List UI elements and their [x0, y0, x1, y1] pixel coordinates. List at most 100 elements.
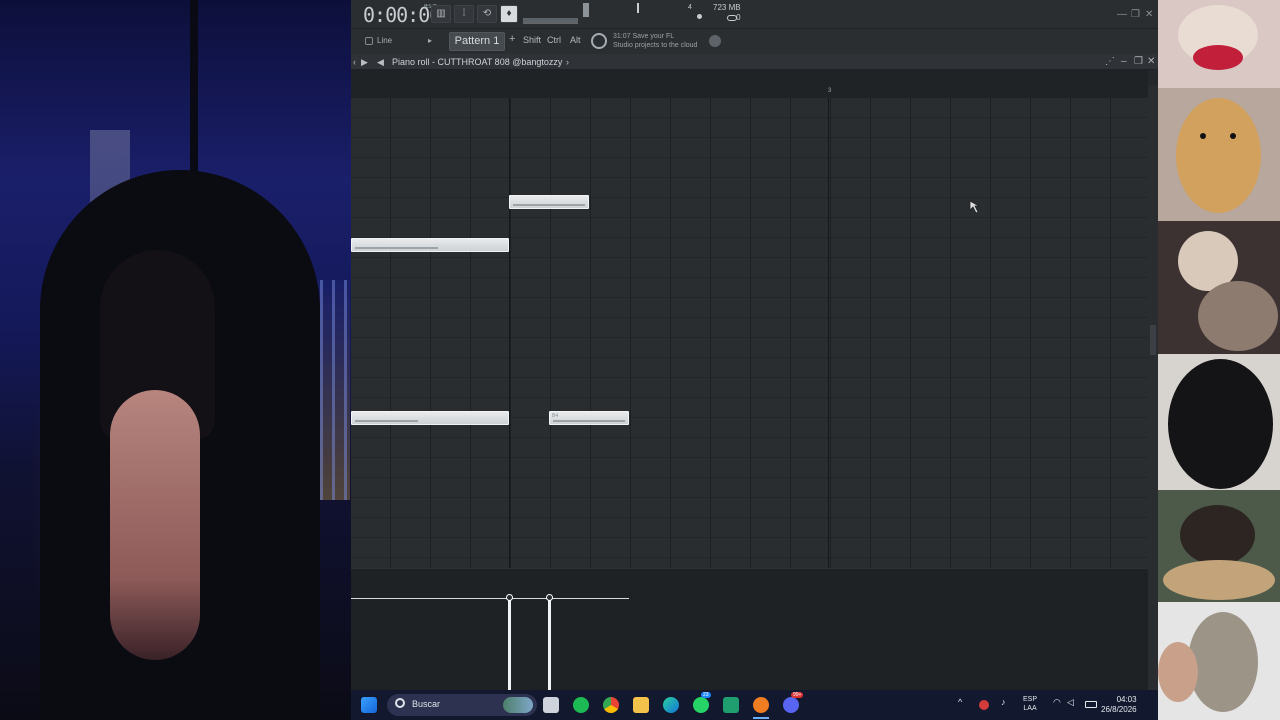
ctrl-button[interactable]: Ctrl — [547, 35, 561, 45]
pet-head — [1168, 359, 1273, 489]
pet-head — [1176, 98, 1261, 213]
pet-gallery — [1158, 0, 1280, 720]
cloud-save-icon[interactable] — [591, 33, 607, 49]
piano-roll-header: ‹ ▶ ◀ Piano roll - CUTTHROAT 808 @bangto… — [351, 54, 1158, 70]
pet-eye — [1200, 133, 1206, 139]
language-layout: LAA — [1023, 705, 1037, 712]
add-pattern-icon[interactable]: + — [509, 33, 515, 45]
cloud-line1: Save your FL — [632, 33, 675, 40]
app-icon[interactable] — [723, 697, 739, 713]
pet-photo-black-dog — [1158, 354, 1280, 490]
search-highlight-icon — [503, 697, 533, 713]
windows-taskbar: Buscar 23 99+ ^ ♪ ESP LAA ◠ ◁ 04:03 26/8… — [351, 690, 1158, 720]
webcam-person-face — [110, 390, 200, 660]
fl-studio-icon[interactable] — [753, 697, 769, 713]
tools-icon[interactable]: ⋰ — [1105, 56, 1115, 67]
pr-minimize-icon[interactable]: – — [1121, 56, 1127, 67]
cpu-meter-icon — [727, 15, 737, 21]
velocity-handle[interactable] — [506, 594, 513, 601]
alt-button[interactable]: Alt — [570, 35, 581, 45]
pet-blanket — [1163, 560, 1275, 600]
left-arrow-icon[interactable]: ‹ — [353, 57, 356, 67]
chevron-up-icon[interactable]: ^ — [958, 698, 962, 707]
close-icon[interactable]: ✕ — [1145, 9, 1153, 20]
taskbar-search[interactable]: Buscar — [387, 694, 537, 716]
snap-icon[interactable] — [365, 37, 373, 45]
discord-icon[interactable]: 99+ — [783, 692, 804, 713]
windows-start-icon[interactable] — [361, 697, 377, 713]
scrollbar-thumb[interactable] — [1150, 325, 1156, 355]
pet-photo-pug — [1158, 602, 1280, 720]
pet-heart — [1193, 45, 1243, 70]
master-pitch-slider[interactable] — [637, 3, 639, 13]
ruler-bar-marker: 3 — [828, 88, 832, 94]
midi-note[interactable] — [351, 238, 509, 252]
battery-icon[interactable] — [1085, 701, 1097, 708]
master-waveform — [523, 6, 578, 24]
snap-selector[interactable]: Line — [377, 36, 392, 45]
play-arrow-icon[interactable]: ▸ — [428, 36, 432, 45]
event-level-line — [351, 598, 629, 599]
edge-icon[interactable] — [663, 697, 679, 713]
master-volume-slider[interactable] — [583, 3, 589, 17]
piano-icon[interactable]: ▥ — [431, 5, 451, 23]
cloud-badge[interactable] — [709, 35, 721, 47]
transport-bar: 0:00:00M:S:CS ▥ ⁞ ⟲ ♦ 4 723 MB0 — ❐ ✕ — [351, 0, 1158, 28]
chrome-icon[interactable] — [603, 697, 619, 713]
note-grid[interactable] — [351, 98, 1148, 568]
mic-icon[interactable]: ♪ — [1001, 698, 1006, 707]
system-clock[interactable]: 04:03 26/8/2026 — [1101, 695, 1137, 715]
cloud-line2: Studio projects to the cloud — [613, 42, 698, 49]
spotify-icon[interactable] — [573, 697, 589, 713]
memory-value: 723 MB — [713, 3, 741, 12]
pet-photo-puppy — [1158, 88, 1280, 221]
velocity-handle[interactable] — [546, 594, 553, 601]
step-sequencer-icon[interactable]: ⁞ — [454, 5, 474, 23]
wifi-icon[interactable]: ◠ — [1053, 698, 1061, 707]
play-icon[interactable]: ▶ — [361, 57, 368, 68]
pet-eye — [1230, 133, 1236, 139]
pencil-cursor-icon — [969, 200, 981, 214]
pet-body — [1198, 281, 1278, 351]
loop-icon[interactable]: ⟲ — [477, 5, 497, 23]
velocity-bar[interactable] — [508, 598, 511, 690]
chevron-right-icon[interactable]: › — [566, 57, 569, 67]
speaker-icon[interactable]: ◁ — [1067, 698, 1074, 707]
file-explorer-icon[interactable] — [633, 697, 649, 713]
note-velocity — [355, 247, 438, 249]
task-view-icon[interactable] — [543, 697, 559, 713]
shift-button[interactable]: Shift — [523, 35, 541, 45]
restore-icon[interactable]: ❐ — [1131, 9, 1140, 20]
clock-date: 26/8/2026 — [1101, 705, 1137, 714]
clock-time: 04:03 — [1116, 695, 1137, 704]
midi-note[interactable] — [509, 195, 589, 209]
midi-note[interactable] — [351, 411, 509, 425]
record-icon[interactable] — [979, 700, 989, 710]
whatsapp-icon[interactable]: 23 — [693, 692, 711, 713]
vertical-scrollbar[interactable] — [1148, 85, 1158, 690]
event-editor[interactable] — [351, 568, 1148, 690]
pet-head — [1188, 612, 1258, 712]
speaker-icon[interactable]: ◀ — [377, 57, 384, 68]
search-placeholder: Buscar — [412, 699, 441, 709]
discord-badge: 99+ — [791, 692, 804, 698]
pattern-selector[interactable]: Pattern 1 — [449, 32, 505, 51]
active-app-indicator — [753, 717, 769, 719]
midi-note[interactable]: B4 — [549, 411, 629, 425]
language-indicator[interactable]: ESP LAA — [1023, 695, 1037, 713]
pet-head — [1180, 505, 1255, 565]
metronome-icon[interactable]: ♦ — [500, 5, 518, 23]
pet-photo-chihuahua-sweater — [1158, 490, 1280, 602]
language-code: ESP — [1023, 696, 1038, 703]
cloud-hint[interactable]: 31:07 Save your FL Studio projects to th… — [613, 32, 697, 50]
cloud-time: 31:07 — [613, 33, 631, 40]
note-label: B4 — [552, 413, 559, 419]
cpu-dot-icon — [697, 14, 702, 19]
pr-restore-icon[interactable]: ❐ — [1134, 56, 1143, 67]
velocity-bar[interactable] — [548, 598, 551, 690]
minimize-icon[interactable]: — — [1117, 9, 1127, 20]
note-velocity — [513, 204, 585, 206]
pr-close-icon[interactable]: ✕ — [1147, 56, 1155, 67]
timeline-ruler[interactable]: 3 — [351, 70, 1148, 98]
pet-photo-terrier — [1158, 221, 1280, 354]
